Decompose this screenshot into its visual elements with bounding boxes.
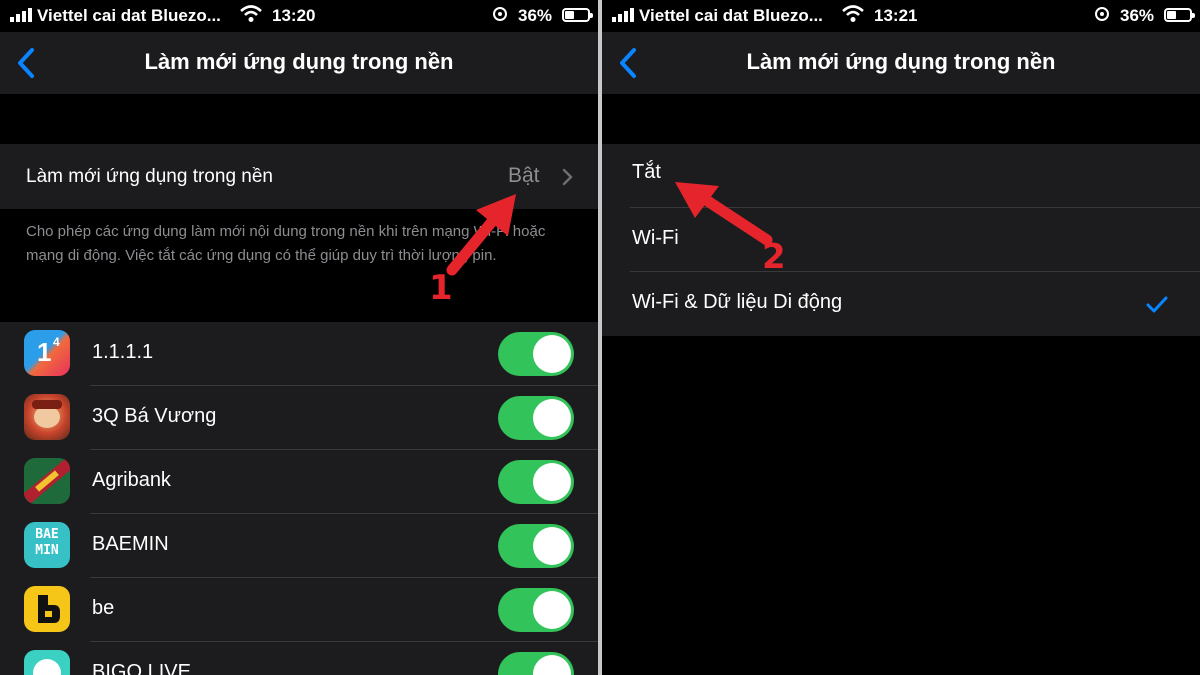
app-name: BAEMIN: [92, 533, 169, 555]
annotation-step-2: 2: [762, 237, 786, 277]
app-name: Agribank: [92, 469, 171, 491]
list-item: 1 4 1.1.1.1: [0, 322, 598, 386]
orientation-lock-icon: [1095, 7, 1109, 21]
navigation-bar: Làm mới ứng dụng trong nền: [0, 32, 598, 94]
setting-value: Bật: [508, 164, 540, 187]
annotation-step-1: 1: [429, 268, 453, 308]
orientation-lock-icon: [493, 7, 507, 21]
app-toggle[interactable]: [498, 460, 574, 504]
list-item: 3Q Bá Vương: [0, 386, 598, 450]
app-toggle[interactable]: [498, 332, 574, 376]
carrier-name: Viettel cai dat Bluezo...: [37, 6, 221, 25]
app-name: be: [92, 597, 115, 619]
app-list: 1 4 1.1.1.1 3Q Bá Vương Agribank BAE MIN…: [0, 322, 598, 675]
chevron-right-icon: [562, 168, 573, 186]
app-agribank-icon: [24, 458, 70, 504]
battery-icon: [1164, 8, 1195, 22]
status-bar: Viettel cai dat Bluezo... 13:20 36%: [0, 0, 598, 32]
option-label: Wi-Fi & Dữ liệu Di động: [632, 291, 843, 313]
setting-label: Làm mới ứng dụng trong nền: [26, 166, 273, 187]
app-be-icon: [24, 586, 70, 632]
list-item: be: [0, 578, 598, 642]
app-baemin-icon: BAE MIN: [24, 522, 70, 568]
wifi-icon: [240, 5, 262, 22]
right-screen: Viettel cai dat Bluezo... 13:21 36% Làm …: [602, 0, 1200, 675]
app-name: 3Q Bá Vương: [92, 405, 217, 427]
navigation-bar: Làm mới ứng dụng trong nền: [602, 32, 1200, 94]
wifi-icon: [842, 5, 864, 22]
clock: 13:21: [874, 6, 918, 25]
clock: 13:20: [272, 6, 316, 25]
signal-icon: [10, 8, 32, 22]
app-toggle[interactable]: [498, 396, 574, 440]
battery-percent: 36%: [518, 6, 553, 25]
battery-percent: 36%: [1120, 6, 1155, 25]
app-3q-icon: [24, 394, 70, 440]
checkmark-icon: [1146, 296, 1168, 313]
app-bigo-icon: [24, 650, 70, 675]
app-name: BIGO LIVE: [92, 661, 191, 675]
carrier-name: Viettel cai dat Bluezo...: [639, 6, 823, 25]
option-wifi-cellular[interactable]: Wi-Fi & Dữ liệu Di động: [602, 272, 1200, 336]
status-bar: Viettel cai dat Bluezo... 13:21 36%: [602, 0, 1200, 32]
left-screen: Viettel cai dat Bluezo... 13:20 36% Làm …: [0, 0, 598, 675]
signal-icon: [612, 8, 634, 22]
battery-icon: [562, 8, 593, 22]
app-toggle[interactable]: [498, 588, 574, 632]
list-item: BAE MIN BAEMIN: [0, 514, 598, 578]
list-item: BIGO LIVE: [0, 642, 598, 675]
app-toggle[interactable]: [498, 652, 574, 675]
app-toggle[interactable]: [498, 524, 574, 568]
page-title: Làm mới ứng dụng trong nền: [746, 49, 1056, 74]
app-name: 1.1.1.1: [92, 341, 154, 363]
page-title: Làm mới ứng dụng trong nền: [144, 49, 454, 74]
app-1111-icon: 1 4: [24, 330, 70, 376]
option-label: Tắt: [632, 161, 661, 183]
list-item: Agribank: [0, 450, 598, 514]
